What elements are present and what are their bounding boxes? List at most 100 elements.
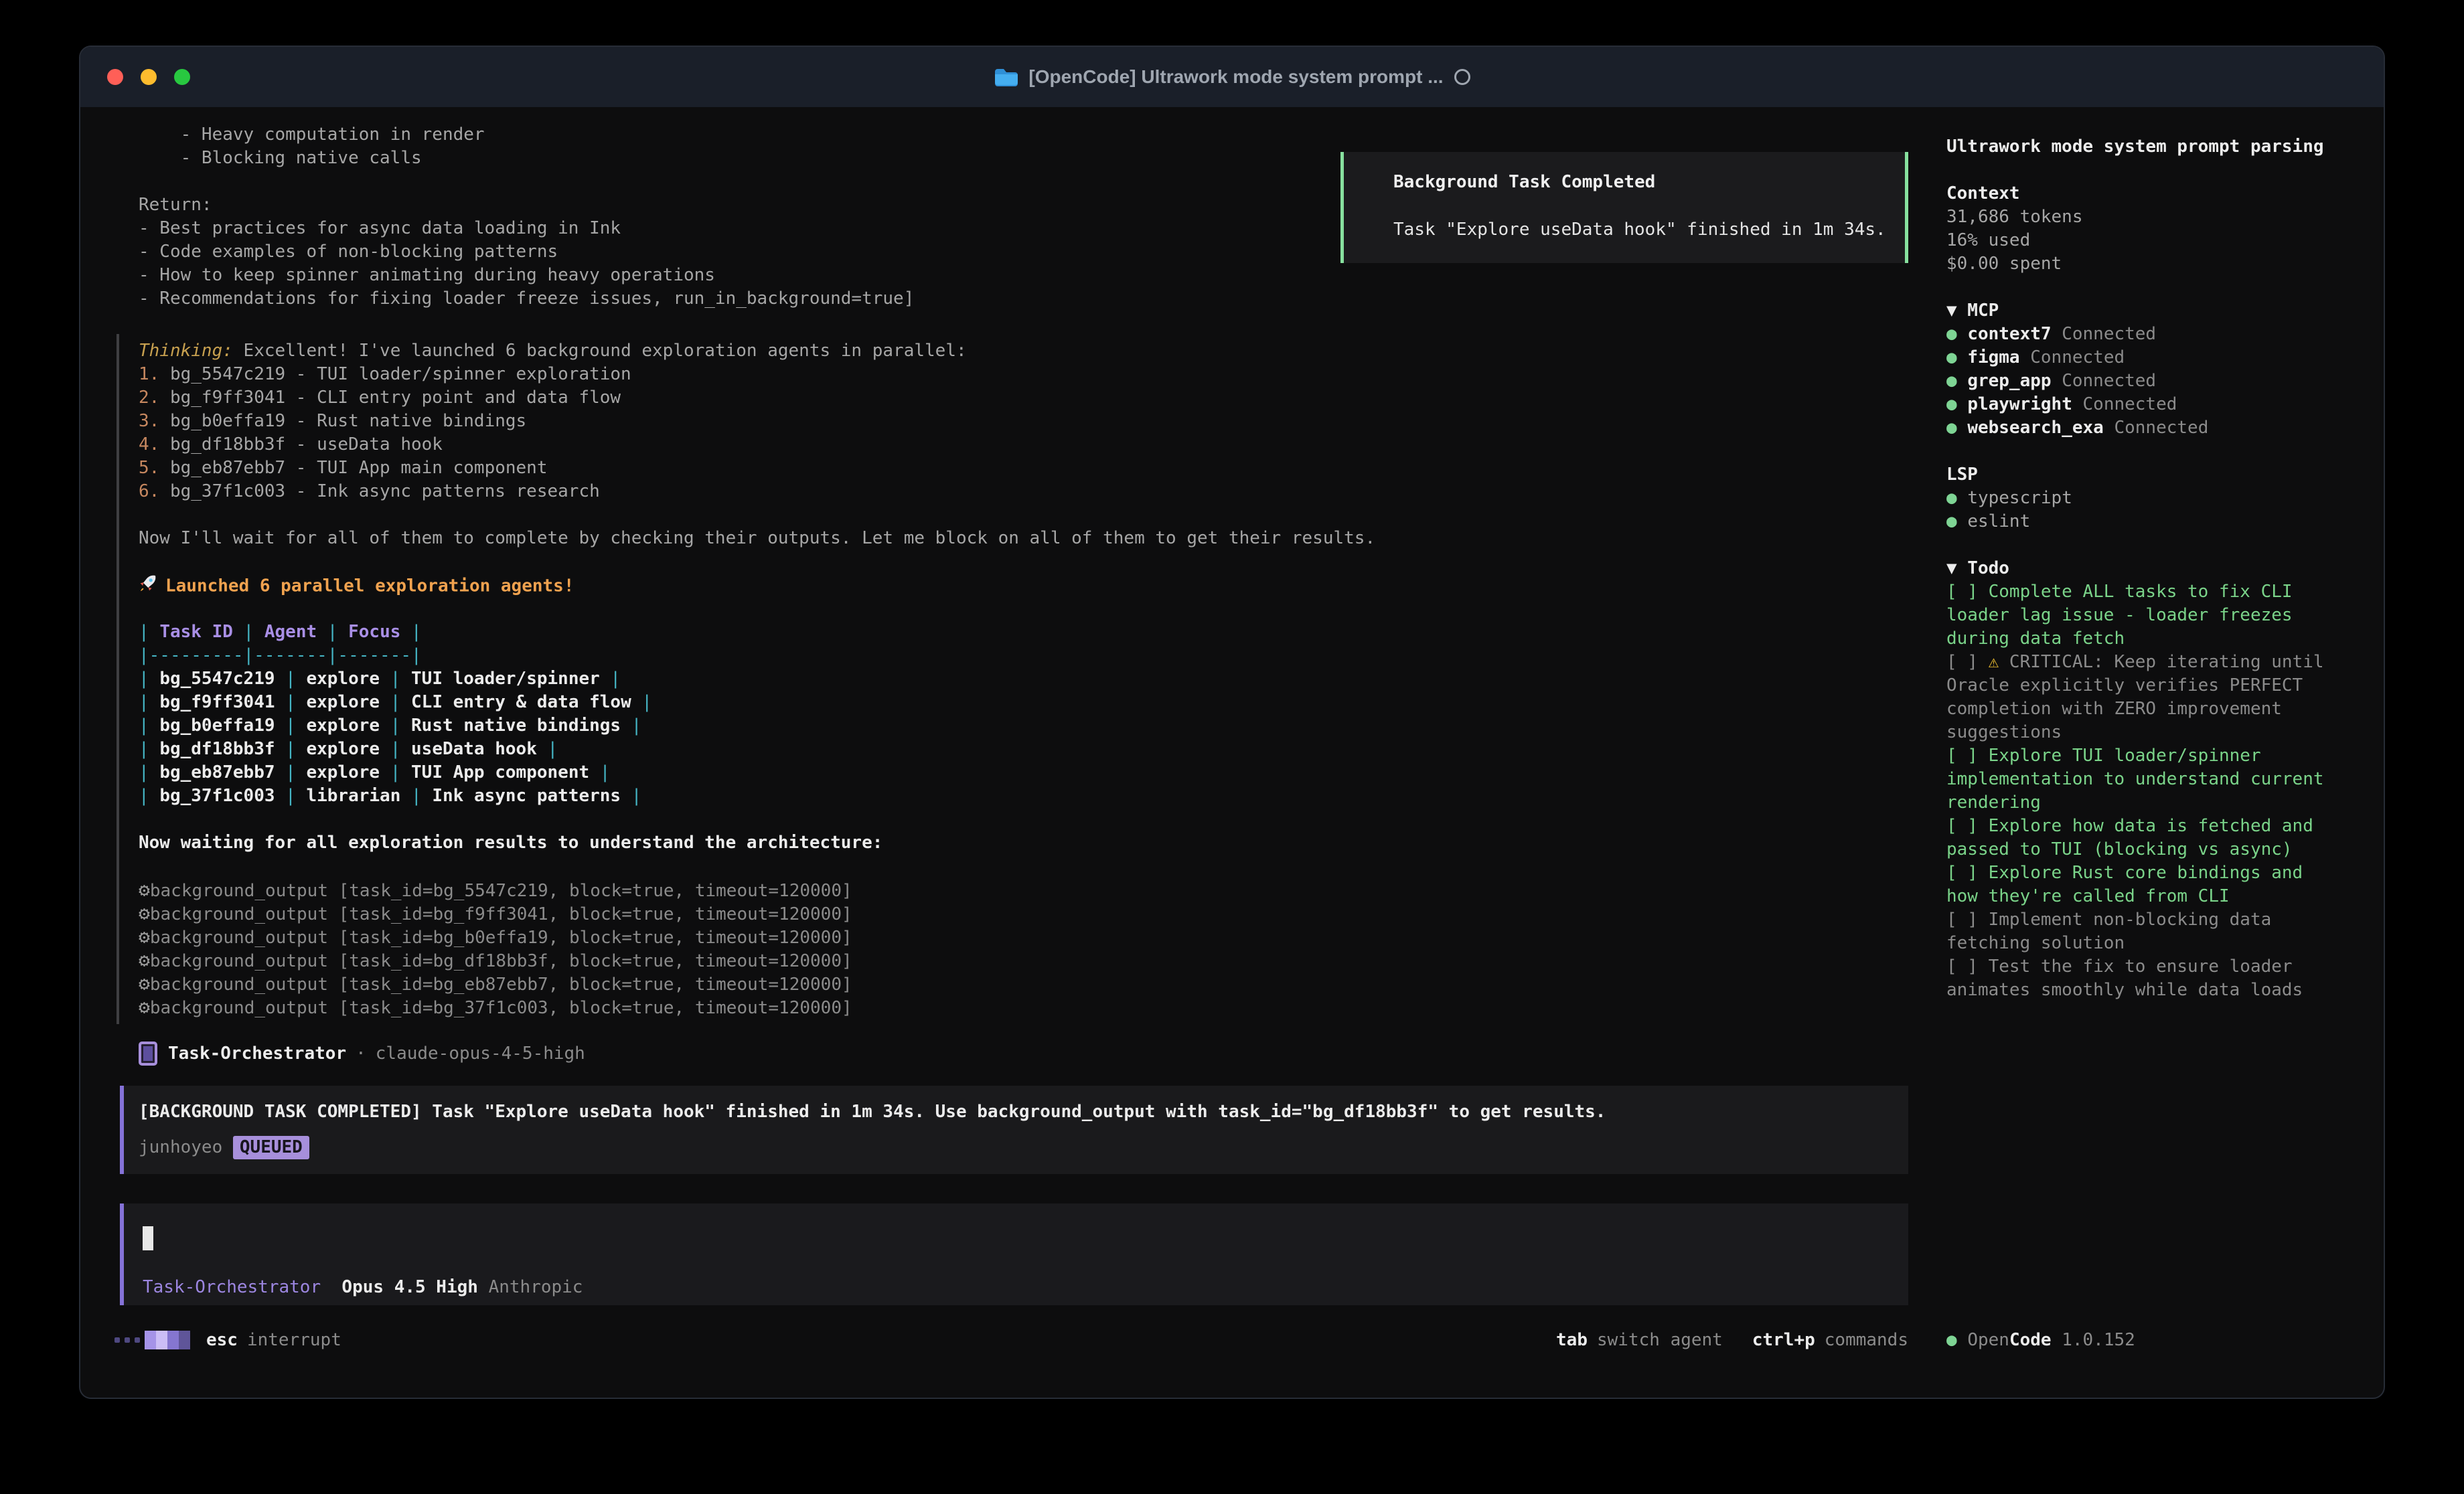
text-segment: 6. <box>139 481 170 501</box>
terminal-line: | bg_5547c219 | explore | TUI loader/spi… <box>139 667 1375 691</box>
status-bar: esc interrupt tab switch agent ctrl+p co… <box>114 1327 1908 1353</box>
terminal-line <box>1946 159 2348 182</box>
background-task-completed-banner: [BACKGROUND TASK COMPLETED] Task "Explor… <box>120 1086 1908 1174</box>
text-segment: bg_eb87ebb7 <box>159 762 275 782</box>
todo-list: [ ] Complete ALL tasks to fix CLI loader… <box>1946 580 2338 1002</box>
text-segment: explore <box>306 762 380 782</box>
text-segment: playwright <box>1967 394 2072 414</box>
spinner-block-icon <box>179 1331 190 1349</box>
text-segment: ▼ MCP <box>1946 301 1999 321</box>
zoom-button[interactable] <box>174 69 190 85</box>
text-segment: ● <box>1946 418 1967 438</box>
text-segment: bg_df18bb3f - useData hook <box>170 434 443 454</box>
text-segment: bg_5547c219 <box>159 669 275 689</box>
terminal-line: ● websearch_exa Connected <box>1946 416 2348 440</box>
text-segment: | <box>380 762 411 782</box>
terminal-line <box>139 597 1375 620</box>
text-segment: [ ] Complete ALL tasks to fix CLI loader… <box>1946 582 2303 649</box>
agent-model: claude-opus-4-5-high <box>376 1044 585 1064</box>
brand-name-dim: Open <box>1967 1330 2009 1350</box>
text-segment: - How to keep spinner animating during h… <box>139 265 715 285</box>
terminal-line: - Blocking native calls <box>139 147 914 170</box>
text-segment: Task ID <box>159 622 233 642</box>
terminal-line: Thinking: Excellent! I've launched 6 bac… <box>139 339 1375 363</box>
text-segment: [ ] Implement non-blocking data fetching… <box>1946 910 2282 953</box>
terminal-line: - Heavy computation in render <box>139 123 914 147</box>
text-cursor <box>143 1226 153 1250</box>
text-segment: | <box>631 692 652 712</box>
terminal-line: 1. bg_5547c219 - TUI loader/spinner expl… <box>139 363 1375 386</box>
terminal-line: ▼ Todo <box>1946 557 2348 580</box>
prompt-input[interactable]: Task-Orchestrator Opus 4.5 High Anthropi… <box>120 1204 1908 1305</box>
terminal-line: | bg_eb87ebb7 | explore | TUI App compon… <box>139 761 1375 784</box>
terminal-line: ⚙background_output [task_id=bg_b0effa19,… <box>139 925 1375 948</box>
text-segment: [BACKGROUND TASK COMPLETED] Task "Explor… <box>139 1102 1606 1122</box>
text-segment: - Recommendations for fixing loader free… <box>139 288 914 309</box>
terminal-line: [ ] Implement non-blocking data fetching… <box>1946 908 2338 955</box>
terminal-line: junhoyeo QUEUED <box>139 1136 1908 1159</box>
text-segment: | <box>380 669 411 689</box>
separator-dot: · <box>356 1044 366 1064</box>
text-segment: ⚙ <box>139 996 150 1018</box>
text-segment: Rust native bindings <box>411 716 621 736</box>
text-segment: ● <box>1946 511 1967 531</box>
terminal-line: 5. bg_eb87ebb7 - TUI App main component <box>139 456 1375 480</box>
ctrlp-key-hint: ctrl+p <box>1752 1330 1815 1350</box>
text-segment: [ ] Explore Rust core bindings and how t… <box>1946 863 2313 906</box>
text-segment: Ink async patterns <box>432 786 621 806</box>
spinner-dot-icon <box>135 1337 140 1343</box>
text-segment: [ ] Test the fix to ensure loader animat… <box>1946 957 2303 1000</box>
sidebar-info-sections: Ultrawork mode system prompt parsing Con… <box>1946 135 2348 580</box>
text-segment: | <box>139 669 159 689</box>
ctrlp-key-label: commands <box>1825 1330 1908 1350</box>
text-segment: ▼ Todo <box>1946 558 2009 578</box>
minimize-button[interactable] <box>141 69 157 85</box>
title-bar[interactable]: [OpenCode] Ultrawork mode system prompt … <box>80 47 2384 107</box>
text-segment: Context <box>1946 183 2020 203</box>
terminal-line: ⚙background_output [task_id=bg_5547c219,… <box>139 878 1375 902</box>
input-provider-name: Anthropic <box>489 1277 583 1297</box>
terminal-line: $0.00 spent <box>1946 252 2348 276</box>
text-segment: | <box>275 762 307 782</box>
esc-key-label: interrupt <box>247 1330 341 1350</box>
text-segment: bg_eb87ebb7 - TUI App main component <box>170 458 548 478</box>
text-segment: CRITICAL: Keep iterating until Oracle ex… <box>1946 652 2334 742</box>
text-segment: 1. <box>139 364 170 384</box>
text-segment: ⚙ <box>139 902 150 924</box>
text-segment: | <box>600 669 621 689</box>
terminal-line: 31,686 tokens <box>1946 205 2348 229</box>
notification-title: Background Task Completed <box>1393 171 1885 194</box>
text-segment: ⚙ <box>139 973 150 995</box>
terminal-line <box>1946 533 2348 557</box>
text-segment: background_output [task_id=bg_df18bb3f, … <box>150 951 852 971</box>
assistant-message-block: Thinking: Excellent! I've launched 6 bac… <box>117 334 1375 1024</box>
sidebar-footer: ● OpenCode 1.0.152 <box>1946 1327 2135 1353</box>
text-segment: $0.00 spent <box>1946 254 2062 274</box>
status-bar-left: esc interrupt <box>114 1330 341 1350</box>
terminal-line: Context <box>1946 182 2348 205</box>
text-segment: background_output [task_id=bg_37f1c003, … <box>150 998 852 1018</box>
input-model-name: Opus 4.5 High <box>341 1277 478 1297</box>
text-segment: TUI App component <box>411 762 589 782</box>
text-segment: | <box>139 762 159 782</box>
agent-attribution-line: Task-Orchestrator · claude-opus-4-5-high <box>139 1040 585 1067</box>
text-segment: [ ] Explore how data is fetched and pass… <box>1946 816 2324 859</box>
text-segment: | <box>139 716 159 736</box>
terminal-line: 16% used <box>1946 229 2348 252</box>
close-button[interactable] <box>107 69 123 85</box>
toast-notification[interactable]: Background Task Completed Task "Explore … <box>1340 152 1908 263</box>
text-segment: eslint <box>1967 511 2030 531</box>
input-footer: Task-Orchestrator Opus 4.5 High Anthropi… <box>143 1276 583 1299</box>
spacer <box>321 1277 341 1297</box>
text-segment: - Blocking native calls <box>139 148 422 168</box>
terminal-line: LSP <box>1946 463 2348 487</box>
terminal-line: Now I'll wait for all of them to complet… <box>139 527 1375 550</box>
text-segment: Launched 6 parallel exploration agents! <box>165 576 574 596</box>
text-segment: LSP <box>1946 465 1978 485</box>
text-segment: | <box>275 692 307 712</box>
terminal-line: - Code examples of non-blocking patterns <box>139 240 914 264</box>
text-segment: bg_b0effa19 - Rust native bindings <box>170 411 526 431</box>
text-segment: ● <box>1946 347 1967 367</box>
text-segment: Now I'll wait for all of them to complet… <box>139 528 1375 548</box>
text-segment: Connected <box>2104 418 2209 438</box>
